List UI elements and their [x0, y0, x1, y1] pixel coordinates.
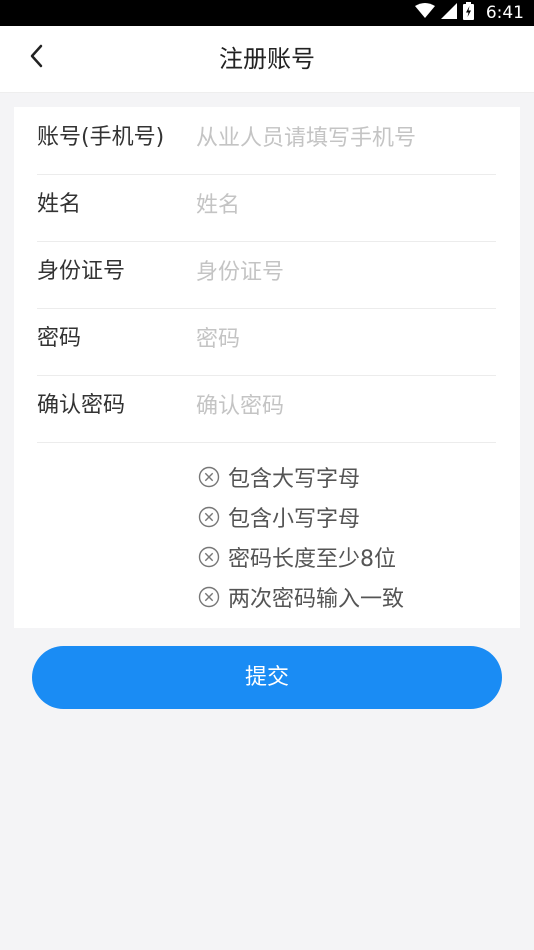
name-row: 姓名 [37, 174, 496, 242]
status-time: 6:41 [485, 3, 524, 23]
page-title: 注册账号 [219, 45, 315, 73]
status-icons: 6:41 [414, 0, 524, 26]
id-number-row: 身份证号 [37, 241, 496, 309]
name-label: 姓名 [37, 192, 82, 217]
password-rules: 包含大写字母 包含小写字母 密码长度至少8位 两次密码输入一致 [198, 457, 404, 617]
account-label: 账号(手机号) [37, 125, 165, 150]
rule-text: 包含小写字母 [228, 507, 361, 532]
rule-text: 密码长度至少8位 [228, 547, 396, 572]
rule-lowercase: 包含小写字母 [198, 497, 404, 537]
id-number-input[interactable] [196, 251, 491, 293]
password-input[interactable] [196, 318, 491, 360]
rule-uppercase: 包含大写字母 [198, 457, 404, 497]
password-label: 密码 [37, 326, 82, 351]
circle-x-icon [198, 506, 220, 528]
rule-min-length: 密码长度至少8位 [198, 537, 404, 577]
confirm-password-input[interactable] [196, 385, 491, 427]
circle-x-icon [198, 466, 220, 488]
confirm-password-row: 确认密码 [37, 375, 496, 443]
circle-x-icon [198, 586, 220, 608]
wifi-icon [414, 3, 435, 23]
id-number-label: 身份证号 [37, 259, 126, 284]
rule-text: 包含大写字母 [228, 467, 361, 492]
status-bar: 6:41 [0, 0, 534, 26]
name-input[interactable] [196, 184, 491, 226]
account-input[interactable] [196, 117, 491, 159]
registration-form: 账号(手机号) 姓名 身份证号 密码 确认密码 包含大写字母 包含小写字母 [14, 107, 520, 628]
cellular-signal-icon [440, 3, 457, 23]
rule-text: 两次密码输入一致 [228, 587, 405, 612]
rule-passwords-match: 两次密码输入一致 [198, 577, 404, 617]
submit-button[interactable]: 提交 [32, 646, 502, 709]
confirm-password-label: 确认密码 [37, 393, 126, 418]
app-header: 注册账号 [0, 26, 534, 93]
account-row: 账号(手机号) [37, 107, 496, 175]
battery-charging-icon [462, 2, 474, 24]
password-row: 密码 [37, 308, 496, 376]
circle-x-icon [198, 546, 220, 568]
